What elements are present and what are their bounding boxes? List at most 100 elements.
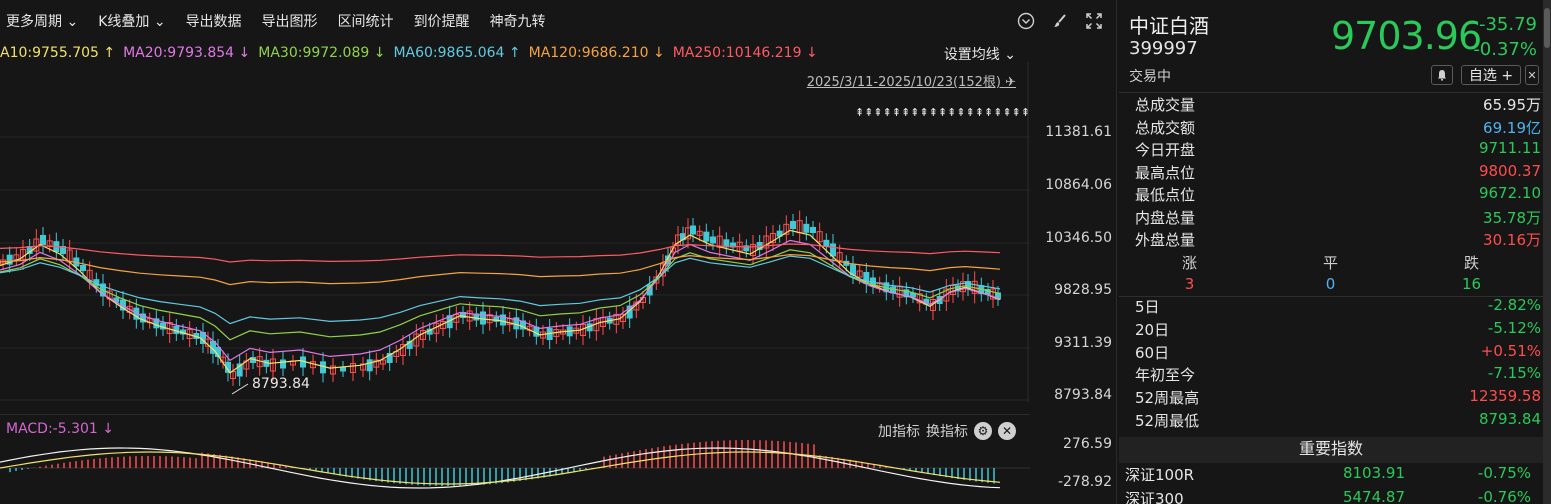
ma-legend: A10:9755.705 ↑ MA20:9793.854 ↓ MA30:9972.0…	[0, 42, 826, 64]
fullscreen-icon[interactable]	[1083, 10, 1105, 32]
pane-divider	[0, 414, 1030, 415]
stat-row: 外盘总量 30.16万	[1135, 229, 1541, 251]
down-label: 跌	[1463, 254, 1479, 272]
perf-row: 60日 +0.51%	[1135, 342, 1541, 364]
price-change-pct: -0.37%	[1473, 39, 1537, 60]
perf-value: 12359.58	[1469, 387, 1541, 406]
candle-body	[690, 225, 696, 235]
y-tick-label: 10346.50	[1045, 230, 1112, 246]
candle-body	[830, 243, 836, 257]
ma-line	[0, 229, 1001, 374]
y-tick-label: 9828.95	[1054, 282, 1112, 298]
perf-key: 5日	[1135, 298, 1160, 316]
bell-icon[interactable]	[1431, 65, 1453, 85]
candle-body	[790, 221, 796, 229]
stat-key: 总成交量	[1135, 96, 1196, 114]
ma-settings-button[interactable]: 设置均线 ⌄	[944, 44, 1016, 64]
close-icon[interactable]: ✕	[1525, 65, 1539, 85]
candlestick-chart[interactable]: ⇞⇞⇞⇞⇞⇞⇞⇞⇞⇞⇞⇞⇞⇞⇞⇞⇞⇞⇞⇞ 8793.84	[0, 62, 1030, 402]
y-tick-label: 11381.61	[1045, 124, 1112, 140]
stat-value: 69.19亿	[1483, 118, 1541, 137]
index-value: 8103.91	[1342, 464, 1405, 482]
tb-export-image[interactable]: 导出图形	[252, 11, 328, 31]
perf-row: 52周最低 8793.84	[1135, 410, 1541, 432]
y-tick-label: 8793.84	[1054, 387, 1112, 403]
ma-line	[0, 239, 1001, 362]
ma-line	[0, 243, 1001, 263]
tb-magic-nine[interactable]: 神奇九转	[480, 11, 556, 31]
perf-value: -5.12%	[1487, 318, 1541, 337]
perf-row: 52周最高 12359.58	[1135, 387, 1541, 409]
index-row[interactable]: 深证100R 8103.91 -0.75%	[1125, 464, 1537, 488]
tb-overlay[interactable]: K线叠加 ⌄	[88, 11, 175, 31]
perf-row: 年初至今 -7.15%	[1135, 364, 1541, 386]
chart-area[interactable]: 更多周期 ⌄ K线叠加 ⌄ 导出数据 导出图形 区间统计 到价提醒 神奇九转 A…	[0, 0, 1117, 504]
candle-body	[40, 235, 46, 245]
stat-value: 9800.37	[1478, 161, 1541, 180]
app-root: 更多周期 ⌄ K线叠加 ⌄ 导出数据 导出图形 区间统计 到价提醒 神奇九转 A…	[0, 0, 1551, 504]
stat-key: 内盘总量	[1135, 208, 1196, 227]
macd-chart[interactable]	[0, 440, 1030, 500]
gear-icon[interactable]: ⚙	[974, 422, 992, 440]
divider	[1119, 92, 1543, 93]
index-name: 中证白酒	[1129, 14, 1209, 38]
index-name: 深证100R	[1125, 466, 1195, 484]
candle-body	[703, 231, 710, 242]
add-favorite-button[interactable]: 自选 +	[1461, 65, 1521, 85]
quote-panel: 中证白酒 399997 交易中 9703.96 -35.79 -0.37% 自选…	[1119, 0, 1551, 504]
stat-key: 最高点位	[1135, 163, 1196, 182]
stat-key: 今日开盘	[1135, 141, 1196, 159]
index-code: 399997	[1129, 38, 1198, 59]
stat-row: 总成交额 69.19亿	[1135, 117, 1541, 139]
y-tick-label: 10864.06	[1045, 177, 1112, 193]
add-indicator-button[interactable]: 加指标	[878, 421, 920, 441]
macd-tick-top: 276.59	[1063, 436, 1112, 452]
ma-legend-item: MA250:10146.219 ↓	[672, 45, 818, 61]
perf-value: 8793.84	[1478, 410, 1541, 428]
stat-row: 内盘总量 35.78万	[1135, 207, 1541, 229]
stat-value: 65.95万	[1483, 96, 1541, 114]
ma-legend-item: MA30:9972.089 ↓	[258, 45, 386, 61]
down-count: 16	[1461, 275, 1482, 293]
flat-count: 0	[1325, 275, 1336, 293]
candle-body	[480, 311, 486, 325]
scrollbar[interactable]	[1543, 0, 1551, 504]
ma-legend-item: MA60:9865.064 ↑	[393, 45, 521, 61]
index-name: 深证300	[1125, 490, 1184, 504]
candle-body	[803, 223, 810, 233]
tb-range-stats[interactable]: 区间统计	[328, 11, 404, 31]
index-row[interactable]: 深证300 5474.87 -0.76%	[1125, 488, 1537, 504]
macd-label: MACD:-5.301 ↓	[6, 421, 114, 437]
perf-key: 52周最低	[1135, 412, 1200, 430]
perf-value: -7.15%	[1487, 364, 1541, 383]
close-icon[interactable]: ✕	[998, 422, 1016, 440]
collapse-icon[interactable]	[1015, 10, 1037, 32]
stat-key: 外盘总量	[1135, 231, 1196, 249]
flat-label: 平	[1322, 254, 1338, 272]
stat-value: 30.16万	[1483, 231, 1541, 249]
tb-export-data[interactable]: 导出数据	[176, 11, 252, 31]
last-price: 9703.96	[1331, 14, 1482, 58]
macd-tick-bottom: -278.92	[1057, 474, 1112, 490]
ma-legend-item: MA20:9793.854 ↓	[123, 45, 251, 61]
tb-more-periods[interactable]: 更多周期 ⌄	[0, 11, 88, 31]
index-pct: -0.76%	[1477, 488, 1531, 504]
price-change: -35.79	[1478, 14, 1537, 35]
ma-legend-item: MA120:9686.210 ↓	[528, 45, 665, 61]
perf-row: 20日 -5.12%	[1135, 319, 1541, 341]
switch-indicator-button[interactable]: 换指标	[926, 421, 968, 441]
up-count: 3	[1184, 275, 1195, 293]
brush-icon[interactable]	[1049, 10, 1071, 32]
candle-body	[280, 359, 286, 369]
stat-value: 9711.11	[1478, 139, 1541, 157]
stat-row: 最低点位 9672.10	[1135, 184, 1541, 206]
stat-key: 最低点位	[1135, 186, 1196, 204]
perf-key: 20日	[1135, 320, 1170, 339]
perf-value: -2.82%	[1487, 296, 1541, 314]
scrollbar-thumb[interactable]	[1544, 8, 1550, 48]
toolbar-right-icons	[1015, 10, 1105, 32]
stat-row: 总成交量 65.95万	[1135, 94, 1541, 116]
ma-legend-item: A10:9755.705 ↑	[0, 45, 116, 61]
tb-price-alert[interactable]: 到价提醒	[404, 11, 480, 31]
important-indices-title: 重要指数	[1119, 437, 1543, 463]
